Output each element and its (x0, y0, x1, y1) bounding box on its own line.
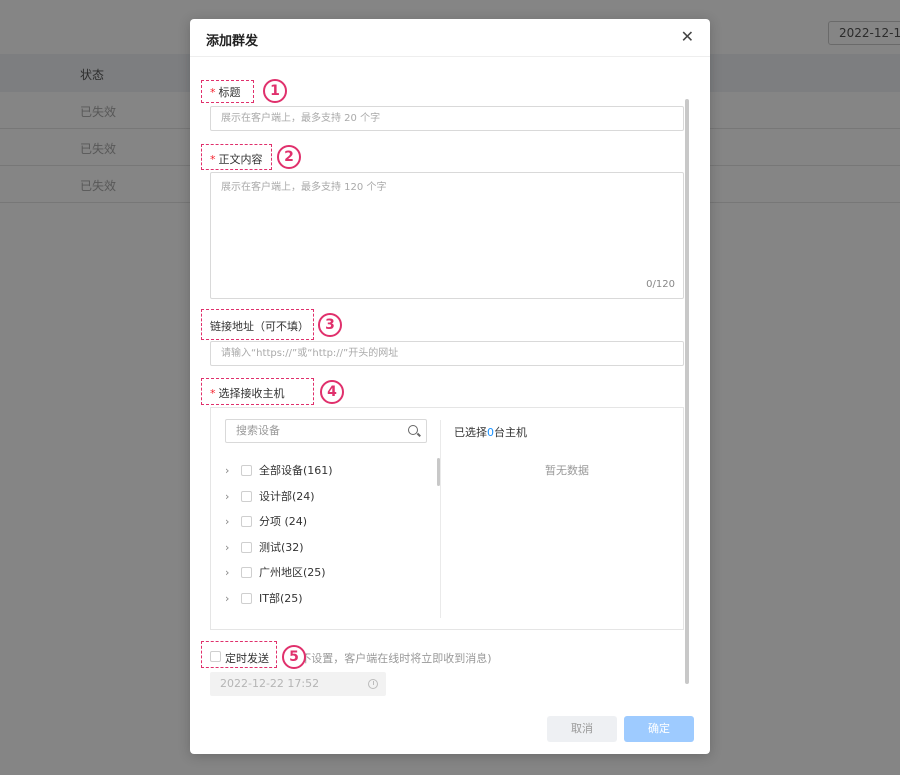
checkbox[interactable] (241, 464, 252, 476)
required-mark: * (210, 86, 216, 99)
chevron-right-icon[interactable]: › (225, 566, 237, 579)
empty-state: 暂无数据 (545, 464, 589, 477)
title-input[interactable]: 展示在客户端上，最多支持 20 个字 (210, 106, 684, 131)
checkbox[interactable] (241, 515, 252, 527)
device-search-input[interactable]: 搜索设备 (225, 419, 427, 443)
selected-suffix: 台主机 (494, 426, 527, 439)
chevron-right-icon[interactable]: › (225, 464, 237, 477)
checkbox[interactable] (241, 566, 252, 578)
tree-item[interactable]: › IT部(25) (225, 588, 303, 608)
confirm-button[interactable]: 确定 (624, 716, 694, 742)
title-label-text: 标题 (218, 86, 241, 99)
tree-item-label: 广州地区(25) (259, 566, 326, 579)
tree-item[interactable]: › 全部设备(161) (225, 460, 333, 480)
tree-item-label: 全部设备(161) (259, 464, 333, 477)
annotation-badge-3: 3 (318, 313, 342, 337)
clock-icon[interactable] (368, 679, 378, 689)
schedule-datetime-input[interactable]: 2022-12-22 17:52 (210, 672, 386, 696)
content-label: * 正文内容 (210, 151, 263, 167)
search-placeholder: 搜索设备 (236, 424, 280, 437)
link-input[interactable]: 请输入“https://”或“http://”开头的网址 (210, 341, 684, 366)
annotation-badge-1: 1 (263, 79, 287, 103)
close-icon[interactable]: ✕ (681, 27, 694, 46)
title-label: * 标题 (210, 84, 241, 100)
chevron-right-icon[interactable]: › (225, 490, 237, 503)
host-label: * 选择接收主机 (210, 385, 285, 401)
tree-item[interactable]: › 广州地区(25) (225, 562, 326, 582)
chevron-right-icon[interactable]: › (225, 515, 237, 528)
modal-title: 添加群发 (206, 34, 259, 49)
annotation-box-5 (201, 641, 277, 668)
selected-prefix: 已选择 (454, 426, 487, 439)
selected-count: 已选择0台主机 (454, 424, 527, 440)
add-broadcast-modal: 添加群发 ✕ * 标题 1 展示在客户端上，最多支持 20 个字 * 正文内容 2 … (190, 19, 710, 754)
chevron-right-icon[interactable]: › (225, 592, 237, 605)
required-mark: * (210, 387, 216, 400)
tree-item-label: 设计部(24) (259, 490, 315, 503)
tree-item[interactable]: › 测试(32) (225, 537, 304, 557)
content-label-text: 正文内容 (218, 153, 263, 166)
panel-divider (440, 420, 441, 618)
content-placeholder: 展示在客户端上，最多支持 120 个字 (221, 182, 387, 193)
tree-item[interactable]: › 设计部(24) (225, 486, 315, 506)
required-mark: * (210, 153, 216, 166)
checkbox[interactable] (241, 490, 252, 502)
datetime-value: 2022-12-22 17:52 (220, 677, 320, 690)
selected-number: 0 (487, 426, 494, 439)
tree-item-label: 测试(32) (259, 541, 304, 554)
annotation-badge-5: 5 (282, 645, 306, 669)
cancel-button[interactable]: 取消 (547, 716, 617, 742)
char-counter: 0/120 (646, 279, 675, 290)
checkbox[interactable] (241, 541, 252, 553)
annotation-badge-4: 4 (320, 380, 344, 404)
content-textarea[interactable]: 展示在客户端上，最多支持 120 个字 0/120 (210, 172, 684, 299)
host-label-text: 选择接收主机 (218, 387, 285, 400)
checkbox[interactable] (241, 592, 252, 604)
tree-item-label: IT部(25) (259, 592, 303, 605)
annotation-badge-2: 2 (277, 145, 301, 169)
tree-item-label: 分项 (24) (259, 515, 308, 528)
link-label: 链接地址（可不填） (210, 320, 309, 333)
search-icon[interactable] (408, 425, 418, 435)
tree-item[interactable]: › 分项 (24) (225, 511, 307, 531)
modal-header: 添加群发 ✕ (190, 19, 710, 57)
modal-scrollbar[interactable] (685, 99, 689, 684)
chevron-right-icon[interactable]: › (225, 541, 237, 554)
schedule-hint: (若不设置，客户端在线时将立即收到消息) (285, 652, 492, 665)
host-selector: 搜索设备 › 全部设备(161) › 设计部(24) › 分项 (24) › 测试(32… (210, 407, 684, 630)
